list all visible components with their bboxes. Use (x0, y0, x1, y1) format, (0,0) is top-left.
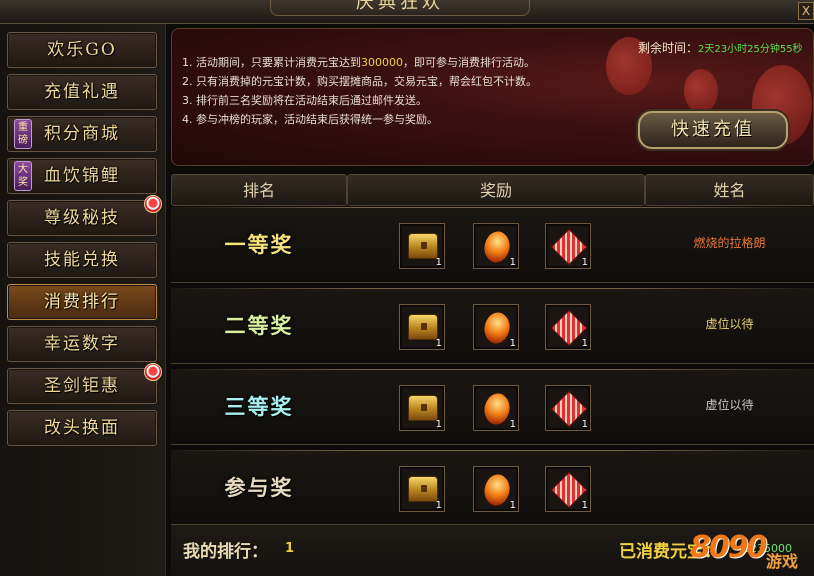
prize-tier-label: 参与奖 (224, 475, 294, 500)
reward-item-slot[interactable]: 1 (473, 385, 519, 431)
sidebar-item-label: 圣剑钜惠 (44, 376, 120, 396)
ranking-table-header: 排名 奖励 姓名 (171, 174, 814, 206)
watermark-logo: 8090 (690, 530, 767, 565)
sidebar-item-label: 消费排行 (44, 292, 120, 312)
winner-name: 虚位以待 (705, 317, 754, 331)
sidebar-item-makeover[interactable]: 改头换面 (7, 410, 157, 446)
item-quantity: 1 (581, 500, 588, 511)
sidebar-item-points-mall[interactable]: 重磅 积分商城 (7, 116, 157, 152)
item-quantity: 1 (435, 338, 442, 349)
lantern-icon (684, 69, 718, 113)
prize-tier-label: 三等奖 (224, 394, 294, 419)
sidebar-item-holy-sword-deal[interactable]: 圣剑钜惠 (7, 363, 162, 404)
reward-item-slot[interactable]: 1 (545, 466, 591, 512)
table-row: 参与奖 1 1 1 (171, 450, 814, 526)
reward-item-slot[interactable]: 1 (399, 385, 445, 431)
sidebar-item-label: 改头换面 (44, 418, 120, 438)
sidebar: 欢乐GO 充值礼遇 重磅 积分商城 大奖 血饮锦鲤 尊级秘技 技能兑换 消费排行… (0, 24, 166, 576)
sidebar-item-supreme-skill[interactable]: 尊级秘技 (7, 195, 162, 236)
sidebar-item-label: 欢乐GO (47, 40, 117, 60)
reward-item-slot[interactable]: 1 (399, 304, 445, 350)
rule-line: 2. 只有消费掉的元宝计数，购买摆摊商品，交易元宝，帮会红包不计数。 (182, 75, 537, 88)
item-quantity: 1 (581, 419, 588, 430)
countdown: 剩余时间：2天23小时25分钟55秒 (638, 39, 803, 56)
window-frame-top: 庆典狂欢 X (0, 0, 814, 24)
sidebar-item-label: 血饮锦鲤 (44, 166, 120, 186)
treasure-chest-icon (408, 476, 438, 502)
table-row: 一等奖 1 1 1 燃烧的拉格朗 (171, 207, 814, 283)
treasure-chest-icon (408, 233, 438, 259)
item-quantity: 1 (435, 257, 442, 268)
sidebar-item-lucky-number[interactable]: 幸运数字 (7, 326, 157, 362)
rule-line: 3. 排行前三名奖励将在活动结束后通过邮件发送。 (182, 94, 427, 107)
sidebar-item-spending-rank[interactable]: 消费排行 (7, 284, 157, 320)
sidebar-item-recharge-gift[interactable]: 充值礼遇 (7, 74, 157, 110)
window-title: 庆典狂欢 (270, 0, 530, 16)
sidebar-item-label: 幸运数字 (44, 334, 120, 354)
reward-item-slot[interactable]: 1 (545, 223, 591, 269)
reward-item-slot[interactable]: 1 (399, 223, 445, 269)
site-watermark: 8090 游戏 (690, 520, 814, 576)
watermark-text: 游戏 (766, 552, 799, 571)
close-button[interactable]: X (798, 2, 814, 20)
prize-tier-label: 二等奖 (224, 313, 294, 338)
item-quantity: 1 (435, 500, 442, 511)
reward-item-slot[interactable]: 1 (399, 466, 445, 512)
item-quantity: 1 (509, 338, 516, 349)
item-quantity: 1 (509, 419, 516, 430)
reward-item-slot[interactable]: 1 (473, 223, 519, 269)
my-rank-label: 我的排行： (183, 542, 268, 562)
item-quantity: 1 (509, 257, 516, 268)
item-quantity: 1 (581, 257, 588, 268)
rule-line: 4. 参与冲榜的玩家，活动结束后获得统一参与奖励。 (182, 113, 438, 126)
treasure-chest-icon (408, 395, 438, 421)
table-row: 二等奖 1 1 1 虚位以待 (171, 288, 814, 364)
table-row: 三等奖 1 1 1 虚位以待 (171, 369, 814, 445)
header-reward: 奖励 (347, 174, 645, 206)
item-quantity: 1 (509, 500, 516, 511)
sidebar-item-label: 充值礼遇 (44, 82, 120, 102)
winner-name: 燃烧的拉格朗 (693, 236, 766, 250)
winner-name: 虚位以待 (705, 398, 754, 412)
item-quantity: 1 (581, 338, 588, 349)
sidebar-item-skill-exchange[interactable]: 技能兑换 (7, 242, 157, 278)
prize-tier-label: 一等奖 (224, 232, 294, 257)
sidebar-item-label: 技能兑换 (44, 250, 120, 270)
reward-item-slot[interactable]: 1 (545, 304, 591, 350)
reward-item-slot[interactable]: 1 (473, 466, 519, 512)
event-rules: 1. 活动期间，只要累计消费元宝达到300000，即可参与消费排行活动。 2. … (182, 53, 537, 129)
treasure-chest-icon (408, 314, 438, 340)
event-banner: 1. 活动期间，只要累计消费元宝达到300000，即可参与消费排行活动。 2. … (171, 28, 814, 166)
winner-name (645, 450, 814, 526)
item-quantity: 1 (435, 419, 442, 430)
sidebar-item-label: 积分商城 (44, 124, 120, 144)
countdown-value: 2天23小时25分钟55秒 (698, 44, 803, 55)
countdown-label: 剩余时间： (638, 41, 699, 55)
notification-dot-icon (144, 363, 162, 381)
rule-line: 1. 活动期间，只要累计消费元宝达到300000，即可参与消费排行活动。 (182, 56, 535, 69)
reward-item-slot[interactable]: 1 (545, 385, 591, 431)
reward-item-slot[interactable]: 1 (473, 304, 519, 350)
sidebar-item-huanle-go[interactable]: 欢乐GO (7, 32, 157, 68)
my-rank-value: 1 (285, 541, 295, 556)
sidebar-item-label: 尊级秘技 (44, 208, 120, 228)
header-rank: 排名 (171, 174, 347, 206)
sidebar-item-blood-koi[interactable]: 大奖 血饮锦鲤 (7, 158, 157, 194)
header-name: 姓名 (645, 174, 814, 206)
quick-recharge-button[interactable]: 快速充值 (638, 111, 788, 149)
notification-dot-icon (144, 195, 162, 213)
